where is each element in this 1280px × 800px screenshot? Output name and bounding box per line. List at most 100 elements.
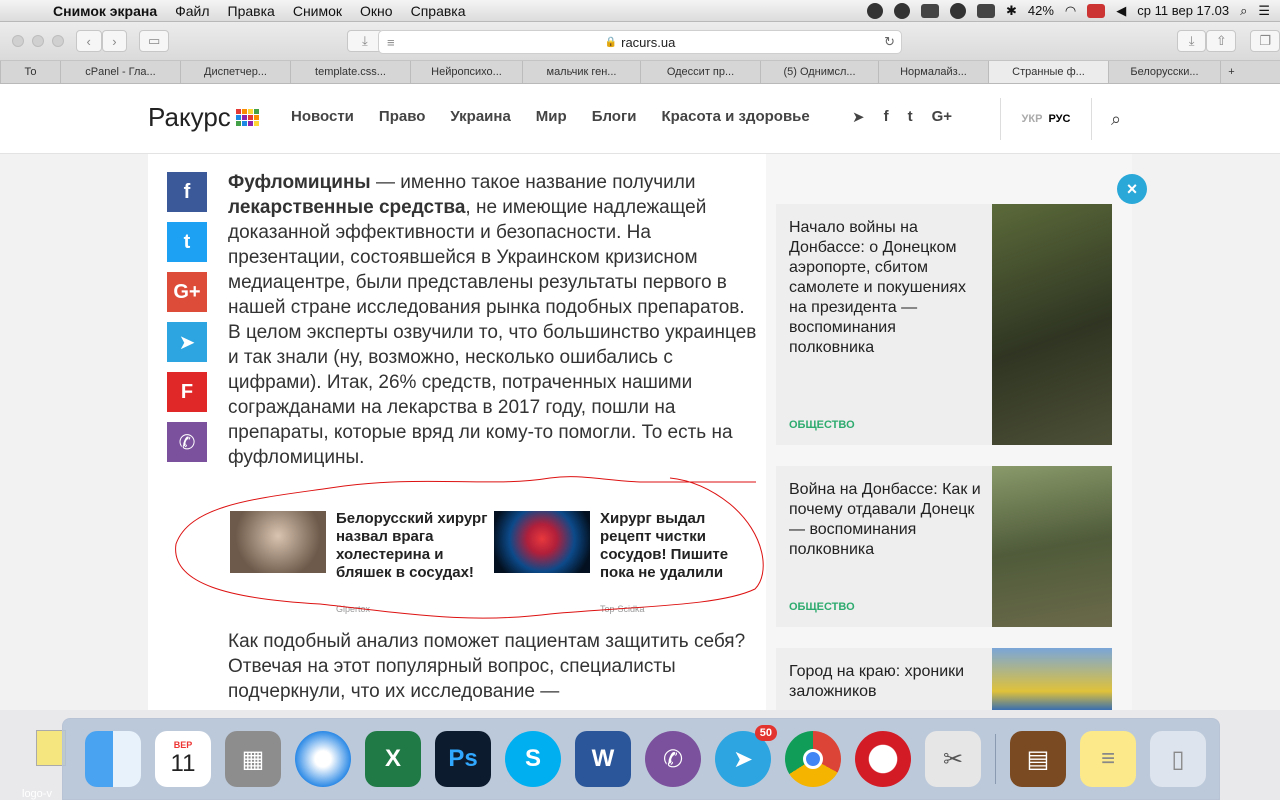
lang-rus[interactable]: РУС [1048, 113, 1070, 125]
new-tab-button[interactable]: + [1220, 61, 1242, 83]
browser-tab[interactable]: Нормалайз... [878, 61, 988, 83]
nav-ukraine[interactable]: Украина [450, 108, 510, 125]
keyboard-icon[interactable] [976, 3, 995, 18]
menu-file[interactable]: Файл [166, 3, 218, 19]
browser-tab[interactable]: То [0, 61, 60, 83]
calculator-icon[interactable]: ▦ [225, 731, 281, 787]
promo-image[interactable] [230, 511, 326, 573]
browser-tab[interactable]: cPanel - Гла... [60, 61, 180, 83]
sidebar-card-category[interactable]: ОБЩЕСТВО [789, 419, 855, 431]
flipboard-icon[interactable]: F [167, 372, 207, 412]
sidebar-card[interactable]: Город на краю: хроники заложников [776, 648, 1112, 710]
twitter-icon[interactable]: t [167, 222, 207, 262]
facebook-icon[interactable]: f [884, 108, 889, 126]
viber-icon[interactable]: ✆ [167, 422, 207, 462]
address-bar[interactable]: 🔒 racurs.ua ↻ ≡ [378, 30, 902, 54]
sidebar-card-title[interactable]: Начало войны на Донбассе: о Донецком аэр… [789, 218, 985, 358]
calendar-icon[interactable]: ВЕР 11 [155, 731, 211, 787]
telegram-icon[interactable]: ➤ [167, 322, 207, 362]
trash-icon[interactable]: ▯ [1150, 731, 1206, 787]
reload-icon[interactable]: ↻ [884, 34, 895, 50]
scissors-icon[interactable]: ✂ [925, 731, 981, 787]
photoshop-icon[interactable]: Ps [435, 731, 491, 787]
sidebar-card-image[interactable] [992, 204, 1112, 445]
volume-icon[interactable]: ◀ [1116, 3, 1126, 19]
google-plus-icon[interactable]: G+ [932, 108, 952, 126]
notes-icon[interactable]: ≡ [1080, 731, 1136, 787]
promo-card[interactable]: Белорусский хирург назвал врага холестер… [228, 500, 488, 620]
promo-image[interactable] [494, 511, 590, 573]
sidebar-card-image[interactable] [992, 648, 1112, 710]
sidebar-card[interactable]: Война на Донбассе: Как и почему отдавали… [776, 466, 1112, 627]
nav-blogs[interactable]: Блоги [592, 108, 637, 125]
promo-card[interactable]: Хирург выдал рецепт чистки сосудов! Пиши… [492, 500, 752, 620]
google-plus-icon[interactable]: G+ [167, 272, 207, 312]
bluetooth-icon[interactable]: ✱ [1006, 3, 1017, 19]
sidebar-card-category[interactable]: ОБЩЕСТВО [789, 601, 855, 613]
browser-tab[interactable]: Белорусски... [1108, 61, 1220, 83]
close-window-button[interactable] [12, 35, 24, 47]
share-buttons: f t G+ ➤ F ✆ [167, 172, 207, 472]
safari-icon[interactable]: ✦ [295, 731, 351, 787]
skype-status-icon[interactable] [949, 2, 966, 19]
browser-tab[interactable]: template.css... [290, 61, 410, 83]
sidebar-card-title[interactable]: Война на Донбассе: Как и почему отдавали… [789, 480, 985, 560]
opera-icon[interactable] [855, 731, 911, 787]
clock[interactable]: ср 11 вер 17.03 [1137, 3, 1229, 18]
wifi-icon[interactable]: ◠ [1065, 3, 1076, 19]
promo-title[interactable]: Хирург выдал рецепт чистки сосудов! Пиши… [600, 510, 754, 582]
lang-ukr[interactable]: УКР [1022, 113, 1043, 125]
reader-icon[interactable]: ≡ [387, 35, 395, 50]
spotlight-icon[interactable]: ⌕ [1240, 3, 1247, 19]
nav-law[interactable]: Право [379, 108, 425, 125]
browser-tab[interactable]: Нейропсихо... [410, 61, 522, 83]
browser-tab[interactable]: Странные ф... [988, 61, 1108, 83]
notification-center-icon[interactable]: ☰ [1258, 3, 1270, 19]
excel-icon[interactable]: X [365, 731, 421, 787]
sidebar-card-title[interactable]: Город на краю: хроники заложников [789, 662, 985, 702]
back-button[interactable]: ‹ [75, 30, 102, 52]
sidebar-toggle-button[interactable]: ▭ [139, 30, 170, 52]
nav-news[interactable]: Новости [291, 108, 354, 125]
nav-world[interactable]: Мир [536, 108, 567, 125]
browser-tab[interactable]: Одессит пр... [640, 61, 760, 83]
browser-tab[interactable]: Диспетчер... [180, 61, 290, 83]
menu-capture[interactable]: Снимок [284, 3, 351, 19]
chrome-icon[interactable] [785, 731, 841, 787]
status-icon[interactable] [866, 2, 883, 19]
nav-beauty-health[interactable]: Красота и здоровье [661, 108, 809, 125]
desktop-file-label[interactable]: logo-v [22, 788, 52, 800]
browser-tab[interactable]: (5) Однимсл... [760, 61, 878, 83]
browser-tab[interactable]: мальчик ген... [522, 61, 640, 83]
promo-title[interactable]: Белорусский хирург назвал врага холестер… [336, 510, 490, 582]
telegram-icon[interactable]: ➤ [852, 108, 865, 126]
word-icon[interactable]: W [575, 731, 631, 787]
telegram-icon[interactable]: ➤ 50 [715, 725, 777, 787]
input-source-icon[interactable] [1087, 3, 1106, 18]
facebook-icon[interactable]: f [167, 172, 207, 212]
tabs-overview-button[interactable]: ❐ [1250, 30, 1280, 52]
finder-icon[interactable] [85, 731, 141, 787]
skype-icon[interactable]: S [505, 731, 561, 787]
archive-utility-icon[interactable]: ▤ [1010, 731, 1066, 787]
menu-edit[interactable]: Правка [219, 3, 284, 19]
menu-window[interactable]: Окно [351, 3, 402, 19]
status-icon[interactable] [920, 3, 939, 18]
battery-level[interactable]: 42% [1028, 3, 1054, 18]
sidebar-card-image[interactable] [992, 466, 1112, 627]
menu-app-name[interactable]: Снимок экрана [44, 3, 166, 19]
forward-button[interactable]: › [101, 30, 128, 52]
twitter-icon[interactable]: t [908, 108, 913, 126]
menu-help[interactable]: Справка [402, 3, 475, 19]
status-icon[interactable] [893, 2, 910, 19]
viber-icon[interactable]: ✆ [645, 731, 701, 787]
share-button[interactable]: ⇧ [1206, 30, 1237, 52]
download-button[interactable]: ⤓ [1176, 30, 1207, 52]
sidebar-card[interactable]: Начало войны на Донбассе: о Донецком аэр… [776, 204, 1112, 445]
chrome-center [803, 749, 823, 769]
minimize-window-button[interactable] [31, 35, 44, 47]
close-sidebar-button[interactable]: × [1117, 174, 1147, 204]
site-logo[interactable]: Ракурс [148, 102, 259, 133]
zoom-window-button[interactable] [51, 35, 64, 47]
search-icon[interactable]: ⌕ [1111, 109, 1121, 130]
